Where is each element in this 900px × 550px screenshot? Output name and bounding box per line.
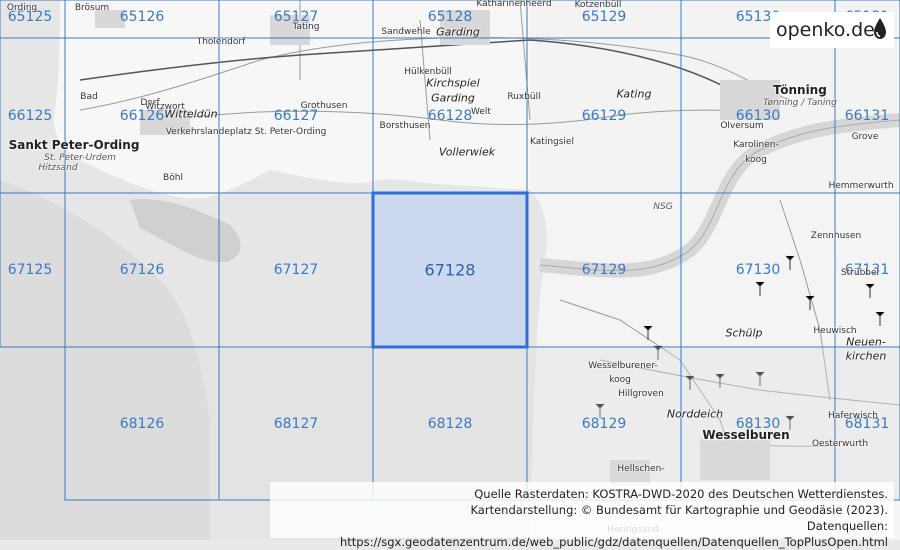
place-label: Katharinenheerd: [476, 0, 552, 9]
place-label: Tønning / Taning: [763, 98, 837, 108]
grid-cell-label[interactable]: 68129: [582, 416, 627, 432]
place-label: Witteldün: [164, 107, 218, 121]
grid-cell-label[interactable]: 68128: [428, 416, 473, 432]
grid-cell-label[interactable]: 67126: [120, 262, 165, 278]
place-label: St. Peter-Urdem: [44, 153, 116, 163]
place-label: Tating: [292, 22, 320, 32]
grid-cell-label[interactable]: 66125: [8, 108, 53, 124]
map-canvas[interactable]: 6512565126651276512865129651306513166125…: [0, 0, 900, 540]
brand-name: openko.de: [776, 19, 875, 41]
place-label: Katingsiel: [530, 137, 574, 147]
place-label: Hemmerwurth: [828, 181, 894, 191]
place-label: Vollerwiek: [438, 145, 496, 159]
grid-cell-label[interactable]: 65126: [120, 9, 165, 25]
grid-cell-label[interactable]: 66128: [428, 108, 473, 124]
place-label: Kirchspiel: [426, 76, 480, 90]
place-label: Zennhusen: [810, 231, 862, 241]
grid-cell-label[interactable]: 67127: [274, 262, 319, 278]
place-label: Heuwisch: [813, 326, 857, 336]
place-label: Ording: [6, 3, 38, 13]
place-label: kirchen: [845, 349, 887, 363]
place-label: Tholendorf: [196, 37, 246, 47]
place-label: Garding: [431, 91, 475, 105]
place-label: Hillgroven: [618, 389, 664, 399]
water-drop-icon: [874, 18, 886, 39]
place-label: Hellschen-: [617, 464, 665, 474]
place-label: Sandwehle: [381, 27, 431, 37]
place-label: Hülkenbüll: [404, 67, 452, 77]
grid-cell-label[interactable]: 66131: [845, 108, 890, 124]
grid-cell-label[interactable]: 68127: [274, 416, 319, 432]
place-label: Kotzenbüll: [574, 0, 622, 10]
place-label: Wesselburener-: [588, 361, 658, 371]
place-label: Grothusen: [300, 101, 348, 111]
grid-cell-label[interactable]: 65128: [428, 9, 473, 25]
place-label: NSG: [653, 202, 673, 212]
place-label: Tönning: [773, 83, 827, 97]
place-label: Oesterwurth: [811, 439, 869, 449]
place-label: Hitzsand: [38, 163, 78, 173]
place-label: Neuen-: [846, 335, 886, 349]
brand-logo[interactable]: openko.de: [770, 12, 894, 48]
place-label: koog: [609, 375, 631, 385]
place-label: Norddeich: [666, 407, 724, 421]
attribution-datasources[interactable]: Datenquellen: https://sgx.geodatenzentru…: [270, 518, 888, 550]
grid-cell-label[interactable]: 67129: [582, 262, 627, 278]
place-label: Borsthusen: [379, 121, 431, 131]
place-label: Olversum: [720, 121, 764, 131]
place-label: Grove: [851, 132, 879, 142]
attribution-cartography: Kartendarstellung: © Bundesamt für Karto…: [470, 503, 888, 517]
place-label: Böhl: [163, 173, 183, 183]
place-label: Ruxbüll: [507, 92, 541, 102]
place-label: Verkehrslandeplatz St. Peter-Ording: [165, 127, 327, 137]
grid-cell-label[interactable]: 68126: [120, 416, 165, 432]
grid-cell-label[interactable]: 67125: [8, 262, 53, 278]
grid-cell-label[interactable]: 65129: [582, 9, 627, 25]
place-label: Brösum: [74, 3, 110, 13]
grid-cell-label[interactable]: 66129: [582, 108, 627, 124]
place-label: Karolinen-: [733, 140, 779, 150]
place-label: Kating: [616, 87, 652, 101]
place-label: Schülp: [725, 326, 763, 340]
grid-cell-label[interactable]: 67128: [425, 261, 476, 280]
place-label: Sankt Peter-Ording: [8, 138, 140, 152]
place-label: Welt: [471, 107, 491, 117]
attribution-box: Quelle Rasterdaten: KOSTRA-DWD-2020 des …: [270, 482, 894, 549]
place-label: koog: [745, 155, 767, 165]
attribution-source: Quelle Rasterdaten: KOSTRA-DWD-2020 des …: [474, 487, 888, 501]
place-label: Haferwisch: [828, 411, 878, 421]
place-label: Garding: [436, 25, 480, 39]
place-label: Bad: [80, 92, 98, 102]
place-label: Strübbel: [840, 268, 880, 278]
grid-cell-label[interactable]: 67130: [736, 262, 781, 278]
place-label: Wesselburen: [702, 428, 790, 442]
